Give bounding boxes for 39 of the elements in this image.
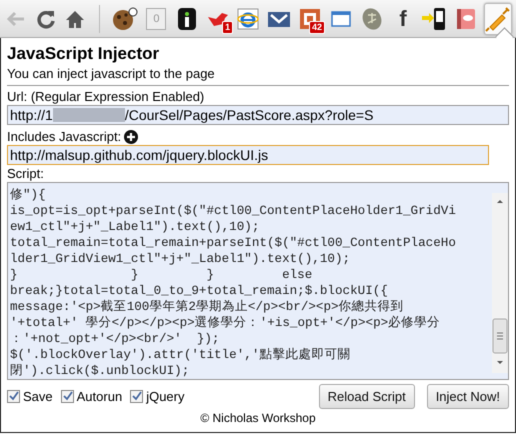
- code-line: break;}total=total_0_to_9+total_remain;$.blockUI({: [10, 283, 389, 299]
- phone-icon[interactable]: [421, 6, 448, 30]
- code-line: $('.blockOverlay').attr('title','點擊此處即可關: [10, 347, 352, 363]
- browser-icon[interactable]: [236, 6, 260, 30]
- includes-label: Includes Javascript:: [7, 128, 122, 145]
- code-line: 修"){: [10, 187, 47, 203]
- action-button[interactable]: Inject Now!: [426, 384, 509, 409]
- scrollbar[interactable]: [492, 193, 508, 373]
- action-button[interactable]: Reload Script: [318, 384, 415, 409]
- checkbox[interactable]: [130, 390, 144, 403]
- count-badge: 42: [309, 20, 326, 34]
- script-label: Script:: [7, 165, 45, 182]
- code-line: message:'<p>截至100學年第2學期為止</p><br/><p>你總共得到: [10, 299, 405, 315]
- footer-credit: © Nicholas Workshop: [199, 411, 317, 425]
- facebook-icon[interactable]: f: [399, 8, 407, 30]
- count-badge: 1: [222, 20, 234, 34]
- code-line: ew1_ctl"+j+"_Label1").text(),10);: [10, 219, 260, 235]
- code-line: } } } else: [10, 267, 314, 283]
- option-label: Autorun: [76, 389, 122, 404]
- code-line: lder1_GridView1_ctl"+j+"_Label1").text(),10);: [10, 251, 352, 267]
- add-icon[interactable]: [124, 130, 138, 144]
- includes-field[interactable]: http://malsup.github.com/jquery.blockUI.js: [7, 145, 489, 165]
- info-icon[interactable]: [177, 6, 198, 30]
- url-field[interactable]: http://1 /CourSel/Pages/PastScore.aspx?role=S: [7, 105, 509, 125]
- popup-title: JavaScript Injector: [7, 44, 160, 64]
- code-line: is_opt=is_opt+parseInt($("#ctl00_ContentPlaceHolder1_GridVi: [10, 203, 457, 219]
- syringe-icon[interactable]: [485, 6, 512, 32]
- url-label: Url: (Regular Expression Enabled): [7, 88, 206, 105]
- option-label: Save: [23, 389, 53, 404]
- code-line: '+total+' 學分</p></p><p>選修學分：'+is_opt+'</p><p>必修學分: [10, 315, 442, 331]
- code-line: 閉').click($.unblockUI);: [10, 363, 190, 379]
- option-label: jQuery: [146, 389, 184, 404]
- checkbox[interactable]: [7, 390, 20, 403]
- subtitle: You can inject javascript to the page: [7, 66, 216, 81]
- cookie-icon[interactable]: [112, 6, 138, 30]
- translate-icon[interactable]: [360, 6, 384, 30]
- code-line: total_remain=total_remain+parseInt($("#ctl00_ContentPlaceHo: [10, 235, 457, 251]
- checkbox[interactable]: [60, 390, 74, 403]
- code-line: ：'+not_opt+'</p><br/>' });: [10, 331, 220, 347]
